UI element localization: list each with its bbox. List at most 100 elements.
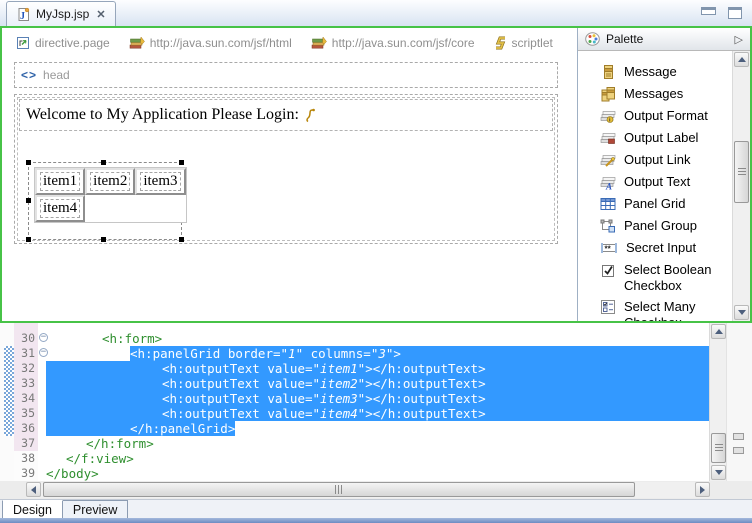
palette-item-label: Select Many Checkbox <box>624 299 728 321</box>
svg-text:A: A <box>605 182 612 191</box>
code-line[interactable]: <h:panelGrid border="1" columns="3"> <box>46 346 710 361</box>
angle-brackets-icon: <> <box>21 68 37 82</box>
code-line[interactable]: </h:panelGrid> <box>46 421 710 436</box>
taglib-item[interactable]: scriptlet <box>494 36 553 50</box>
welcome-text-box[interactable]: Welcome to My Application Please Login: <box>19 99 553 131</box>
palette-item-output-link[interactable]: Output Link <box>578 149 733 171</box>
code-vertical-scrollbar[interactable] <box>709 323 727 481</box>
scroll-up-icon[interactable] <box>734 52 749 67</box>
code-line[interactable]: <h:outputText value="item3"></h:outputTe… <box>46 391 710 406</box>
code-text-area[interactable]: <h:form><h:panelGrid border="1" columns=… <box>46 323 710 481</box>
scriptlet-icon <box>494 36 507 50</box>
overview-annotation[interactable] <box>733 447 744 454</box>
vertical-ruler[interactable] <box>0 323 14 481</box>
window-bottom-strip <box>0 518 752 523</box>
scroll-up-icon[interactable] <box>711 324 726 339</box>
line-number: 30 <box>21 331 35 346</box>
code-line[interactable]: <h:form> <box>46 331 710 346</box>
palette-item-output-text[interactable]: AOutput Text <box>578 171 733 193</box>
taglib-label: scriptlet <box>512 36 553 50</box>
scroll-down-icon[interactable] <box>711 465 726 480</box>
panelgrid-cell[interactable]: item2 <box>85 168 135 195</box>
palette-item-select-boolean-checkbox[interactable]: Select Boolean Checkbox <box>578 259 733 296</box>
welcome-text: Welcome to My Application Please Login: <box>26 106 299 124</box>
outputtext-element[interactable]: item4 <box>40 199 80 218</box>
selection-handle[interactable] <box>26 198 31 203</box>
jsp-file-icon: J <box>16 7 31 22</box>
code-line[interactable]: <h:outputText value="item2"></h:outputTe… <box>46 376 710 391</box>
panelgrid-selection[interactable]: item1 item2 item3 item4 <box>28 162 182 240</box>
selection-handle[interactable] <box>101 160 106 165</box>
outputtext-element[interactable]: item3 <box>140 172 180 191</box>
palette-item-secret-input[interactable]: **Secret Input <box>578 237 733 259</box>
palette-header[interactable]: Palette ▷ <box>578 28 750 51</box>
palette-list: Message MessagesiOutput FormatOutput Labe… <box>578 51 733 321</box>
directive-page-icon <box>16 36 30 50</box>
overview-annotation[interactable] <box>733 433 744 440</box>
palette-scrollbar-thumb[interactable] <box>734 141 749 203</box>
line-number-ruler[interactable]: 30313233343536373839 <box>14 323 38 481</box>
palette-flyout-icon[interactable]: ▷ <box>735 33 743 46</box>
code-horizontal-scrollbar[interactable] <box>26 482 710 498</box>
design-canvas[interactable]: directive.page http://java.sun.com/jsf/ht… <box>2 28 578 321</box>
tab-design[interactable]: Design <box>2 500 63 519</box>
panel-group-icon <box>600 218 616 234</box>
palette-item-select-many-checkbox[interactable]: Select Many Checkbox <box>578 296 733 321</box>
minimize-view-icon[interactable] <box>701 7 716 15</box>
palette-item-message[interactable]: Message <box>578 61 733 83</box>
panelgrid-cell[interactable]: item4 <box>35 195 85 222</box>
secret-input-icon: ** <box>600 240 618 256</box>
overview-ruler[interactable] <box>726 323 752 481</box>
selection-handle[interactable] <box>26 237 31 242</box>
palette-item-label: Panel Group <box>624 218 697 234</box>
line-number: 36 <box>21 421 35 436</box>
palette-item-output-label[interactable]: Output Label <box>578 127 733 149</box>
line-number: 31 <box>21 346 35 361</box>
line-number: 37 <box>21 436 35 451</box>
body-element-box[interactable]: Welcome to My Application Please Login: … <box>14 94 558 244</box>
outputtext-element[interactable]: item1 <box>40 172 80 191</box>
palette-item-messages[interactable]: Messages <box>578 83 733 105</box>
head-element-box[interactable]: <> head <box>14 62 558 88</box>
code-line[interactable]: </h:form> <box>46 436 710 451</box>
hscroll-thumb[interactable] <box>43 482 635 497</box>
taglib-icon <box>311 36 327 50</box>
panelgrid-cell[interactable]: item3 <box>135 168 185 195</box>
taglib-item[interactable]: http://java.sun.com/jsf/core <box>311 36 475 50</box>
scroll-down-icon[interactable] <box>734 305 749 320</box>
taglib-label: http://java.sun.com/jsf/html <box>150 36 292 50</box>
palette-scrollbar[interactable] <box>732 51 750 321</box>
outputtext-element[interactable]: item2 <box>90 172 130 191</box>
code-line[interactable]: <h:outputText value="item4"></h:outputTe… <box>46 406 710 421</box>
taglib-item[interactable]: directive.page <box>16 36 110 50</box>
selection-handle[interactable] <box>179 160 184 165</box>
editor-tab-myjsp[interactable]: J MyJsp.jsp ✕ <box>6 1 116 26</box>
selection-handle[interactable] <box>179 237 184 242</box>
scroll-left-icon[interactable] <box>26 482 41 497</box>
palette-item-panel-group[interactable]: Panel Group <box>578 215 733 237</box>
taglib-item[interactable]: http://java.sun.com/jsf/html <box>129 36 292 50</box>
tab-close-icon[interactable]: ✕ <box>96 8 105 21</box>
select-many-checkbox-icon <box>600 299 616 315</box>
palette-item-output-format[interactable]: iOutput Format <box>578 105 733 127</box>
scroll-right-icon[interactable] <box>695 482 710 497</box>
code-line[interactable]: <h:outputText value="item1"></h:outputTe… <box>46 361 710 376</box>
tab-preview[interactable]: Preview <box>63 500 128 519</box>
palette-item-label: Message <box>624 64 677 80</box>
code-line[interactable]: </f:view> <box>46 451 710 466</box>
editor-tabbar: J MyJsp.jsp ✕ <box>0 0 752 26</box>
svg-text:J: J <box>20 11 25 22</box>
table-row: item1 item2 item3 <box>35 168 186 195</box>
head-label: head <box>43 68 70 82</box>
selection-handle[interactable] <box>26 160 31 165</box>
taglib-icon <box>129 36 145 50</box>
panelgrid-cell[interactable]: item1 <box>35 168 85 195</box>
maximize-view-icon[interactable] <box>728 7 742 19</box>
table-row: item4 <box>35 195 186 222</box>
palette-item-panel-grid[interactable]: Panel Grid <box>578 193 733 215</box>
palette-item-label: Select Boolean Checkbox <box>624 262 728 293</box>
code-line[interactable]: </body> <box>46 466 710 481</box>
taglib-label: directive.page <box>35 36 110 50</box>
code-scrollbar-thumb[interactable] <box>711 433 726 463</box>
selection-handle[interactable] <box>101 237 106 242</box>
